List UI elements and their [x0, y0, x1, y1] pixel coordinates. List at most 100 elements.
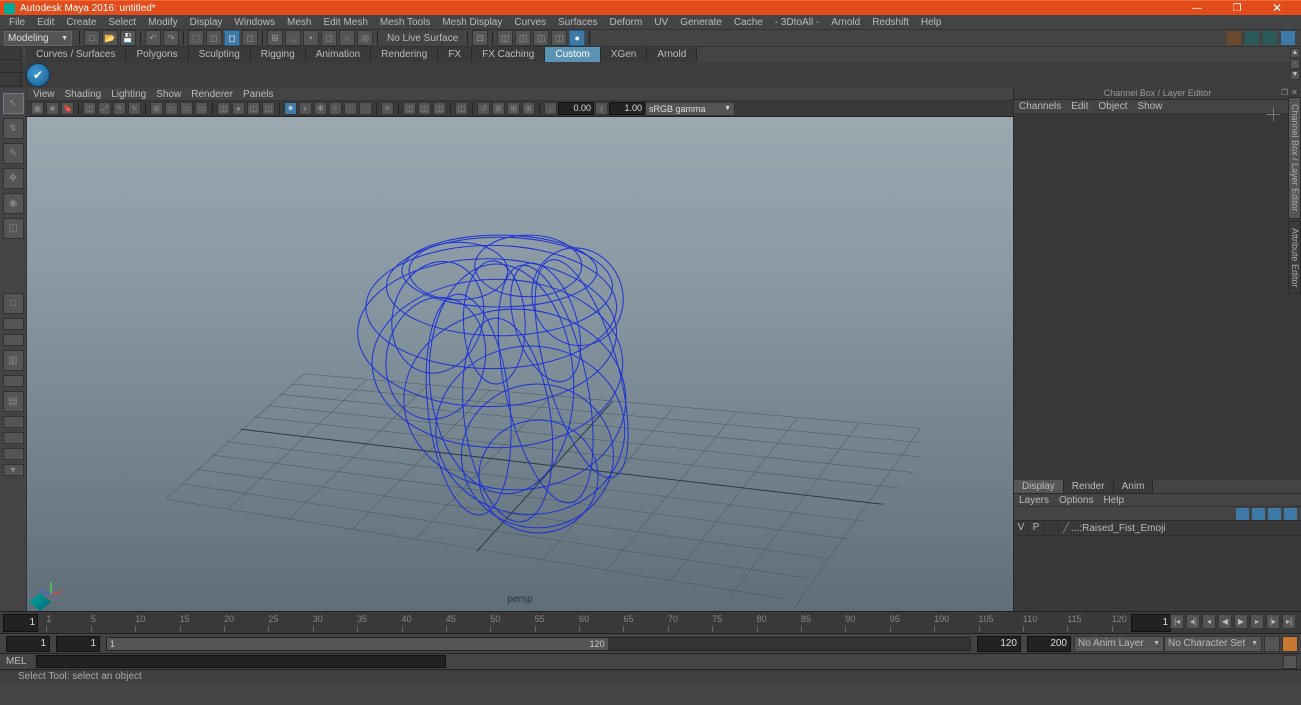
smooth-shade-icon[interactable]: ●: [232, 102, 245, 115]
shelf-left-options[interactable]: [0, 47, 22, 88]
construction-history-button[interactable]: ⊡: [472, 30, 488, 46]
menu-edit[interactable]: Edit: [31, 17, 60, 28]
shelf-tab-arnold[interactable]: Arnold: [647, 47, 697, 62]
snap-surface-button[interactable]: ○: [339, 30, 355, 46]
panel-menu-renderer[interactable]: Renderer: [191, 89, 233, 100]
char-set-dropdown[interactable]: No Character Set ▼: [1164, 636, 1262, 652]
layout-persp-graph[interactable]: [3, 416, 24, 428]
wireframe-icon[interactable]: ◫: [217, 102, 230, 115]
shelf-tab-animation[interactable]: Animation: [306, 47, 371, 62]
toolkit-icon-3[interactable]: [1280, 30, 1296, 46]
shelf-scroll-up-icon[interactable]: ▲: [1290, 48, 1300, 58]
exposure-icon[interactable]: ☼: [544, 102, 557, 115]
undo-button[interactable]: ↶: [145, 30, 161, 46]
cb-menu-show[interactable]: Show: [1137, 101, 1162, 112]
shelf-tab-fx-caching[interactable]: FX Caching: [472, 47, 545, 62]
xray-comp-icon[interactable]: ◫: [433, 102, 446, 115]
side-tab-channel-box[interactable]: Channel Box / Layer Editor: [1288, 97, 1301, 219]
anim-start-inner[interactable]: 1: [56, 636, 100, 652]
range-slider[interactable]: 1 120: [106, 637, 971, 651]
move-tool[interactable]: ✥: [3, 168, 24, 189]
menu-deform[interactable]: Deform: [604, 17, 649, 28]
view-compass-icon[interactable]: [1263, 104, 1283, 124]
time-start-display[interactable]: 1: [3, 614, 38, 632]
layout-four-pane[interactable]: [3, 318, 24, 330]
use-all-lights-icon[interactable]: ☀: [284, 102, 297, 115]
menu-mesh-tools[interactable]: Mesh Tools: [374, 17, 436, 28]
menu-curves[interactable]: Curves: [508, 17, 552, 28]
isolate-select-icon[interactable]: ☀: [381, 102, 394, 115]
anim-layer-dropdown[interactable]: No Anim Layer ▼: [1074, 636, 1164, 652]
panel-menu-panels[interactable]: Panels: [243, 89, 274, 100]
grease-pencil-icon[interactable]: ✎: [113, 102, 126, 115]
gamma-icon[interactable]: γ: [595, 102, 608, 115]
layout-more[interactable]: ▾: [3, 464, 24, 476]
pi-e2[interactable]: ↺: [477, 102, 490, 115]
shelf-tab-polygons[interactable]: Polygons: [126, 47, 188, 62]
persp-viewport[interactable]: persp: [27, 117, 1013, 611]
select-camera-icon[interactable]: ▣: [31, 102, 44, 115]
snap-curve-button[interactable]: ◡: [285, 30, 301, 46]
range-slider-handle[interactable]: 1 120: [107, 638, 608, 650]
pi-6[interactable]: ·: [359, 102, 372, 115]
select-hierarchy-button[interactable]: ⬚: [188, 30, 204, 46]
menu-windows[interactable]: Windows: [228, 17, 281, 28]
pi-e4[interactable]: ⊞: [507, 102, 520, 115]
layer-move-down-icon[interactable]: [1252, 508, 1265, 520]
step-back-button[interactable]: ◂: [1202, 614, 1216, 629]
layout-custom[interactable]: [3, 448, 24, 460]
panel-menu-lighting[interactable]: Lighting: [111, 89, 146, 100]
new-layer-assign-icon[interactable]: [1284, 508, 1297, 520]
layer-tab-display[interactable]: Display: [1014, 480, 1064, 493]
panel-restore-icon[interactable]: ❐: [1280, 88, 1289, 97]
menu-create[interactable]: Create: [60, 17, 102, 28]
xray-joints-icon[interactable]: ◫: [418, 102, 431, 115]
auto-key-button[interactable]: [1264, 636, 1280, 652]
layout-three[interactable]: [3, 375, 24, 387]
layer-visibility-toggle[interactable]: V: [1014, 521, 1029, 535]
menu-redshift[interactable]: Redshift: [866, 17, 915, 28]
layer-move-up-icon[interactable]: [1236, 508, 1249, 520]
menu-surfaces[interactable]: Surfaces: [552, 17, 603, 28]
layer-name[interactable]: ╱ ...:Raised_Fist_Emoji: [1059, 523, 1301, 534]
panel-menu-show[interactable]: Show: [156, 89, 181, 100]
image-plane-icon[interactable]: ◫: [83, 102, 96, 115]
layer-row[interactable]: V P ╱ ...:Raised_Fist_Emoji: [1014, 521, 1301, 536]
color-space-dropdown[interactable]: sRGB gamma ▼: [645, 102, 735, 116]
layer-playback-toggle[interactable]: P: [1029, 521, 1044, 535]
layout-single-pane[interactable]: □: [3, 293, 24, 314]
snap-point-button[interactable]: •: [303, 30, 319, 46]
camera-attr-icon[interactable]: ■: [46, 102, 59, 115]
shelf-tab-custom[interactable]: Custom: [545, 47, 600, 62]
layers-menu-layers[interactable]: Layers: [1019, 495, 1049, 506]
wireframe-on-shaded-icon[interactable]: ◫: [262, 102, 275, 115]
shelf-tab-rigging[interactable]: Rigging: [251, 47, 306, 62]
textured-icon[interactable]: ◫: [247, 102, 260, 115]
shelf-tab-rendering[interactable]: Rendering: [371, 47, 438, 62]
anti-alias-icon[interactable]: ∴: [344, 102, 357, 115]
cb-menu-edit[interactable]: Edit: [1071, 101, 1088, 112]
select-component-button[interactable]: ◻: [224, 30, 240, 46]
scale-tool[interactable]: ◫: [3, 218, 24, 239]
cb-menu-channels[interactable]: Channels: [1019, 101, 1061, 112]
minimize-button[interactable]: —: [1177, 3, 1217, 14]
ipr-render-button[interactable]: ◫: [515, 30, 531, 46]
resolution-gate-icon[interactable]: ▭: [180, 102, 193, 115]
pi-e3[interactable]: ⊞: [492, 102, 505, 115]
side-tab-attribute-editor[interactable]: Attribute Editor: [1288, 221, 1301, 295]
ao-icon[interactable]: ✱: [314, 102, 327, 115]
select-template-button[interactable]: ◻: [242, 30, 258, 46]
anim-start-outer[interactable]: 1: [6, 636, 50, 652]
step-forward-button[interactable]: ▸: [1250, 614, 1264, 629]
anim-end-inner[interactable]: 120: [977, 636, 1021, 652]
menu-file[interactable]: File: [3, 17, 31, 28]
shelf-custom-icon[interactable]: ✔: [26, 63, 50, 87]
panel-menu-shading[interactable]: Shading: [65, 89, 102, 100]
toolkit-icon-2[interactable]: [1262, 30, 1278, 46]
shelf-tab-fx[interactable]: FX: [438, 47, 472, 62]
rotate-tool[interactable]: ◉: [3, 193, 24, 214]
shadows-icon[interactable]: ◐: [299, 102, 312, 115]
anim-prefs-button[interactable]: [1282, 636, 1298, 652]
snap-view-button[interactable]: ◎: [357, 30, 373, 46]
lasso-tool[interactable]: ↯: [3, 118, 24, 139]
